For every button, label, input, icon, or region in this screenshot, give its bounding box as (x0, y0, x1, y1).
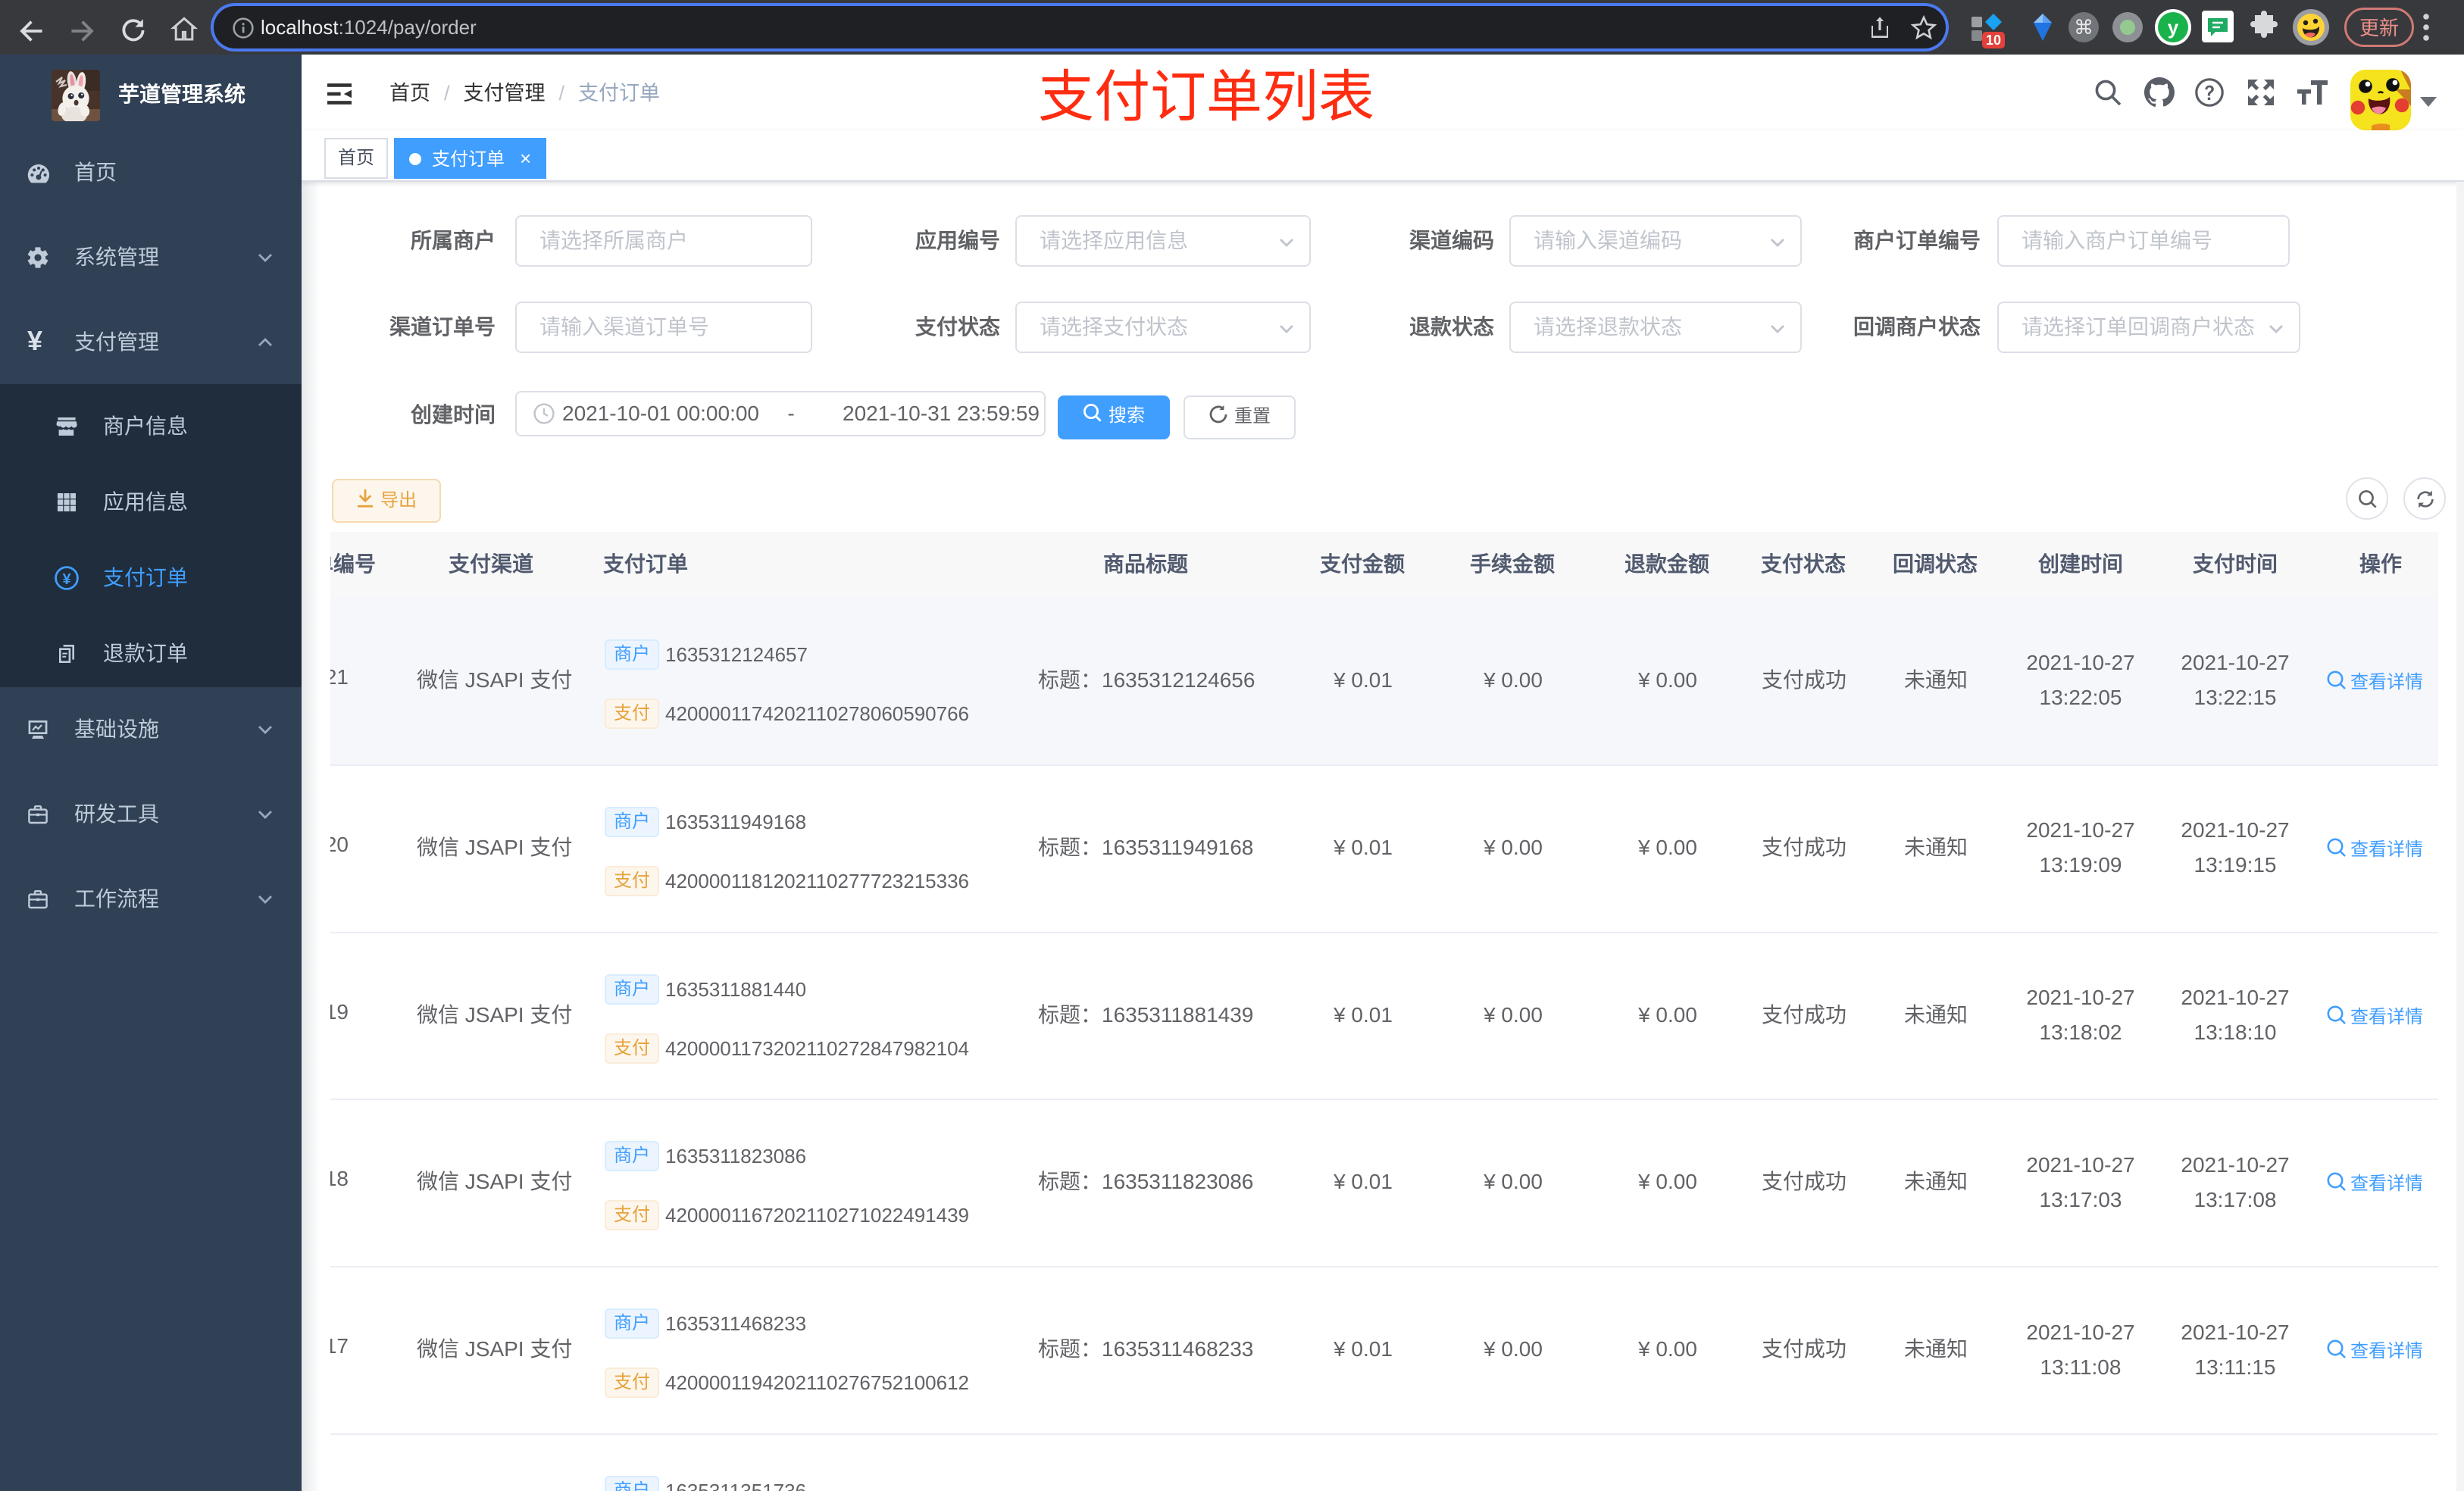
svg-text:10: 10 (1986, 33, 2001, 48)
svg-text:¥: ¥ (62, 571, 71, 588)
